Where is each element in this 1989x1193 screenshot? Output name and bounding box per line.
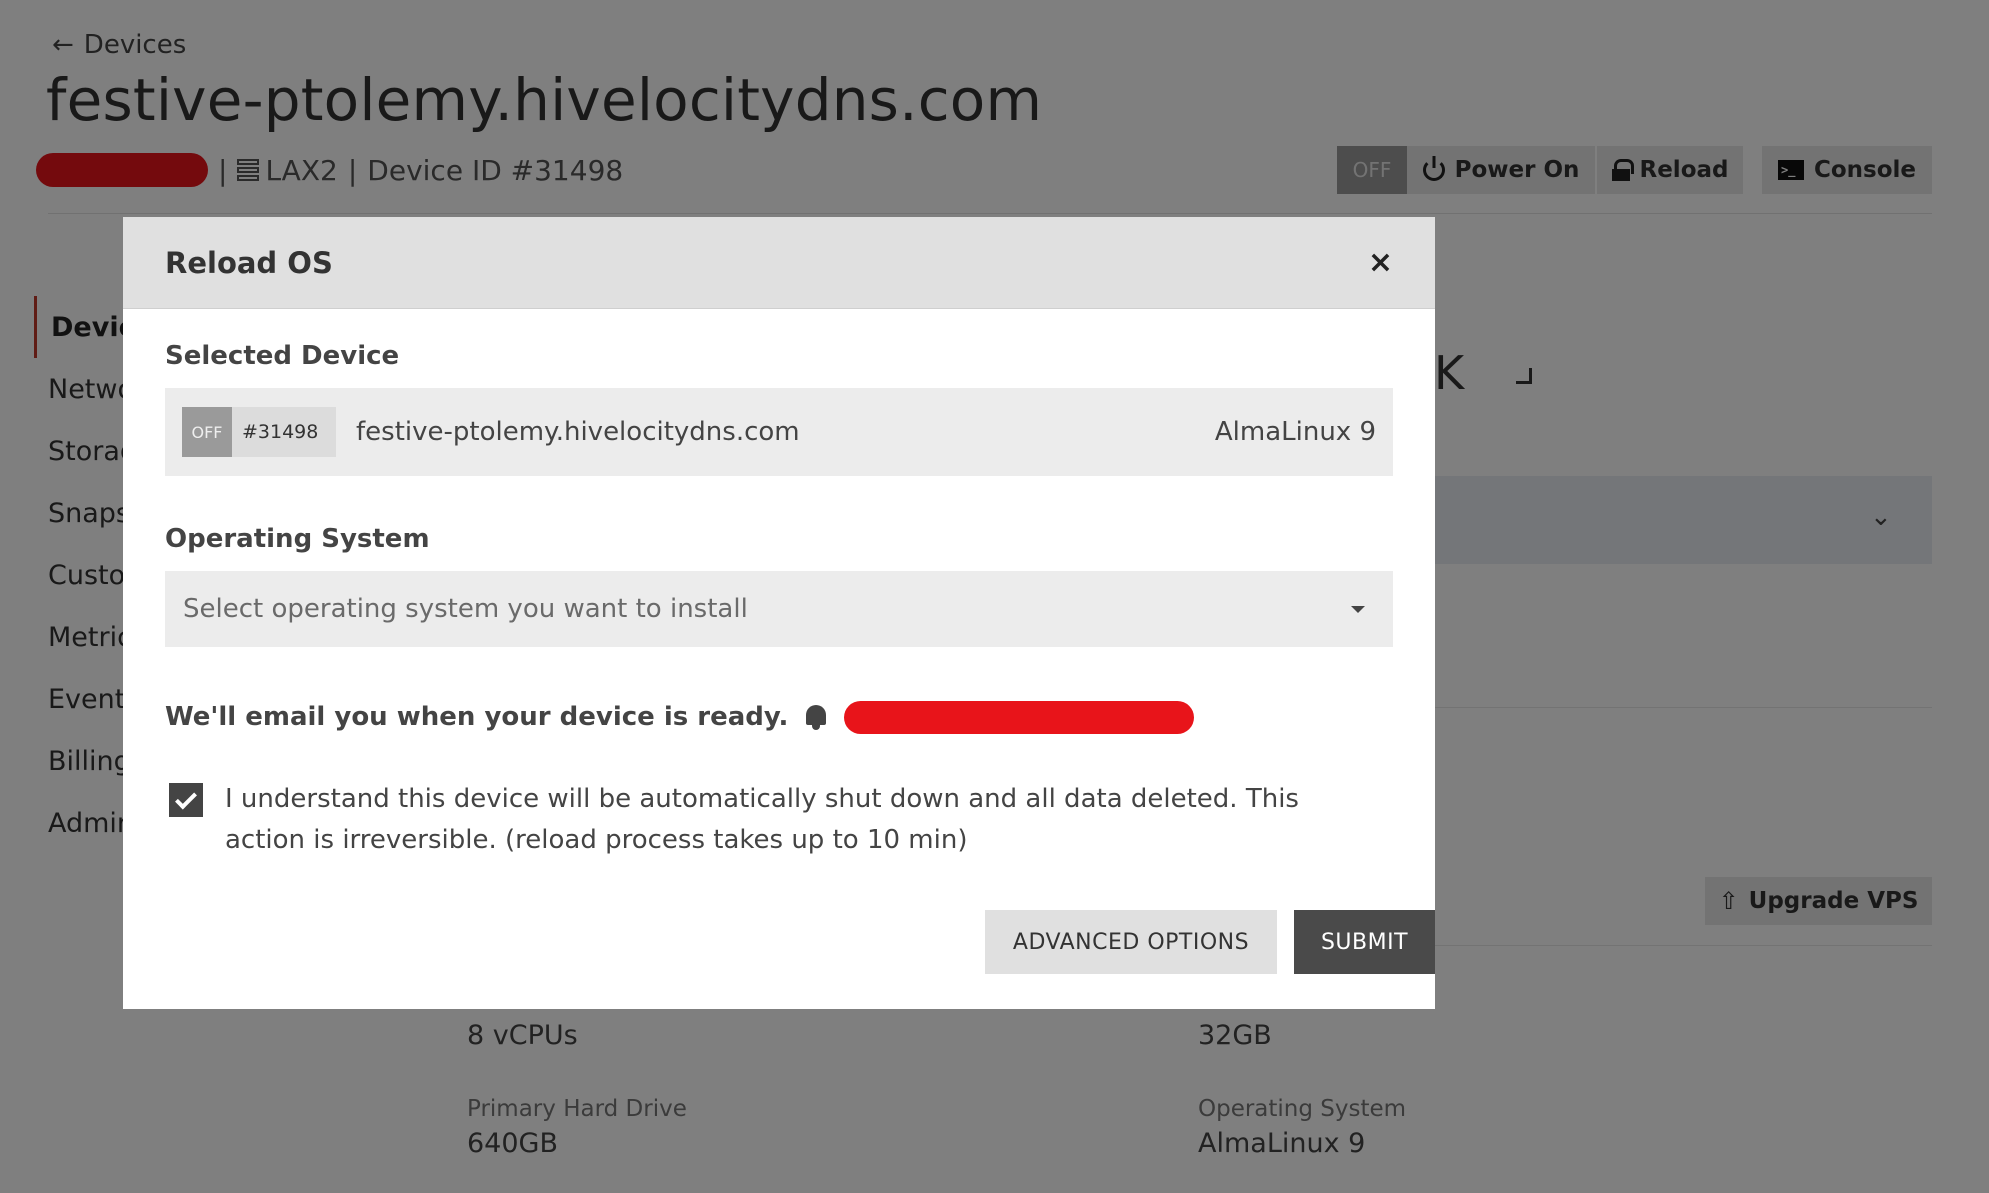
acknowledge-row: I understand this device will be automat… (165, 779, 1393, 861)
os-select-placeholder: Select operating system you want to inst… (183, 594, 748, 624)
modal-title: Reload OS (165, 245, 333, 280)
caret-down-icon (1351, 605, 1365, 613)
modal-header: Reload OS × (123, 217, 1435, 309)
bell-icon (804, 703, 828, 731)
device-current-os: AlmaLinux 9 (1214, 417, 1376, 447)
device-hostname: festive-ptolemy.hivelocitydns.com (356, 417, 800, 447)
acknowledge-text: I understand this device will be automat… (225, 784, 1299, 855)
acknowledge-checkbox[interactable] (169, 783, 203, 817)
reload-os-modal: Reload OS × Selected Device OFF #31498 f… (123, 217, 1435, 1009)
email-notice-row: We'll email you when your device is read… (165, 697, 1195, 737)
device-status-badge: OFF (182, 407, 232, 457)
email-notice-text: We'll email you when your device is read… (165, 702, 789, 732)
device-badge: OFF #31498 (182, 407, 336, 457)
redacted-email (844, 700, 1195, 734)
check-icon (175, 787, 197, 809)
device-id-badge: #31498 (232, 407, 336, 457)
operating-system-select[interactable]: Select operating system you want to inst… (165, 571, 1393, 647)
submit-button[interactable]: SUBMIT (1294, 910, 1435, 974)
close-icon[interactable]: × (1368, 245, 1393, 280)
advanced-options-button[interactable]: ADVANCED OPTIONS (985, 910, 1277, 974)
operating-system-label: Operating System (165, 524, 430, 554)
selected-device-card: OFF #31498 festive-ptolemy.hivelocitydns… (165, 388, 1393, 476)
selected-device-label: Selected Device (165, 341, 400, 371)
